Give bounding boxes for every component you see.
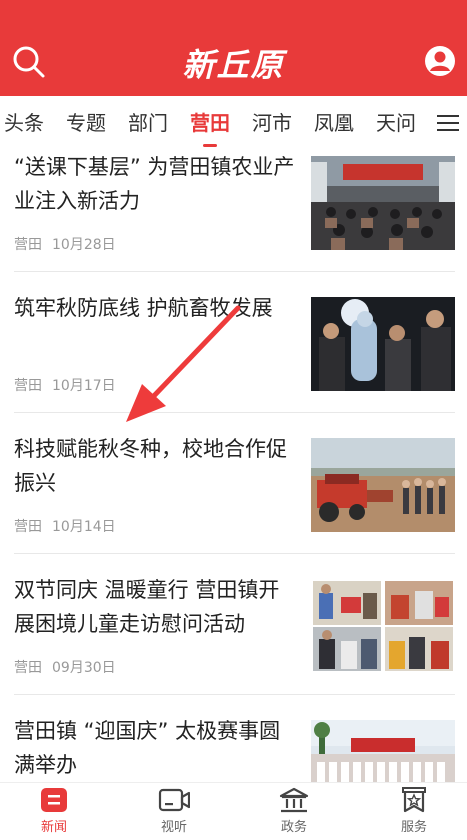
divider <box>14 553 455 554</box>
tab-yingtian[interactable]: 营田 <box>190 108 230 138</box>
active-tab-indicator <box>203 144 217 147</box>
menu-icon[interactable] <box>437 113 459 133</box>
article-date: 10月17日 <box>52 378 116 394</box>
photo-collage[interactable] <box>311 579 455 673</box>
article-source: 营田 <box>14 378 42 394</box>
article-meta: 营田 10月28日 <box>14 234 116 254</box>
app-logo: 新丘原 <box>182 46 285 84</box>
user-icon[interactable] <box>424 45 456 77</box>
channel-tabs: 头条 专题 部门 营田 河市 凤凰 天问 <box>0 96 467 150</box>
classroom-photo[interactable] <box>311 156 455 250</box>
divider <box>14 694 455 695</box>
nav-government[interactable]: 政务 <box>254 787 334 835</box>
service-icon <box>402 787 426 813</box>
tab-toutiao[interactable]: 头条 <box>4 108 44 138</box>
nav-label: 服务 <box>400 820 427 835</box>
tab-zhuanti[interactable]: 专题 <box>66 108 106 138</box>
article-title[interactable]: “送课下基层” 为营田镇农业产业注入新活力 <box>14 150 299 218</box>
news-icon <box>41 788 67 812</box>
article-source: 营田 <box>14 519 42 535</box>
article-item[interactable]: 筑牢秋防底线 护航畜牧发展 营田 10月17日 <box>14 291 455 432</box>
article-date: 10月28日 <box>52 237 116 253</box>
article-meta: 营田 10月14日 <box>14 516 116 536</box>
article-item[interactable]: 双节同庆 温暖童行 营田镇开展困境儿童走访慰问活动 营田 09月30日 <box>14 573 455 714</box>
article-source: 营田 <box>14 660 42 676</box>
tab-heshi[interactable]: 河市 <box>252 108 292 138</box>
night-inspection-photo[interactable] <box>311 297 455 391</box>
article-item[interactable]: “送课下基层” 为营田镇农业产业注入新活力 营田 10月28日 <box>14 150 455 291</box>
nav-news[interactable]: 新闻 <box>14 787 94 835</box>
video-icon <box>158 788 190 812</box>
tab-bumen[interactable]: 部门 <box>128 108 168 138</box>
government-icon <box>279 787 309 813</box>
tab-fenghuang[interactable]: 凤凰 <box>314 108 354 138</box>
article-meta: 营田 10月17日 <box>14 375 116 395</box>
nav-label: 政务 <box>280 820 307 835</box>
nav-video[interactable]: 视听 <box>134 787 214 835</box>
article-item[interactable]: 科技赋能秋冬种，校地合作促振兴 营田 10月14日 <box>14 432 455 573</box>
nav-label: 视听 <box>160 820 187 835</box>
farm-machine-photo[interactable] <box>311 438 455 532</box>
divider <box>14 412 455 413</box>
app-header: 新丘原 <box>0 0 467 96</box>
article-source: 营田 <box>14 237 42 253</box>
article-meta: 营田 09月30日 <box>14 657 116 677</box>
article-title[interactable]: 营田镇 “迎国庆” 太极赛事圆满举办 <box>14 714 299 782</box>
nav-label: 新闻 <box>40 820 67 835</box>
bottom-nav: 新闻 视听 政务 服务 <box>0 782 467 840</box>
nav-service[interactable]: 服务 <box>374 787 454 835</box>
article-date: 09月30日 <box>52 660 116 676</box>
article-date: 10月14日 <box>52 519 116 535</box>
article-title[interactable]: 科技赋能秋冬种，校地合作促振兴 <box>14 432 299 500</box>
tab-tianwen[interactable]: 天问 <box>376 108 416 138</box>
divider <box>14 271 455 272</box>
article-title[interactable]: 双节同庆 温暖童行 营田镇开展困境儿童走访慰问活动 <box>14 573 299 641</box>
article-title[interactable]: 筑牢秋防底线 护航畜牧发展 <box>14 291 299 325</box>
